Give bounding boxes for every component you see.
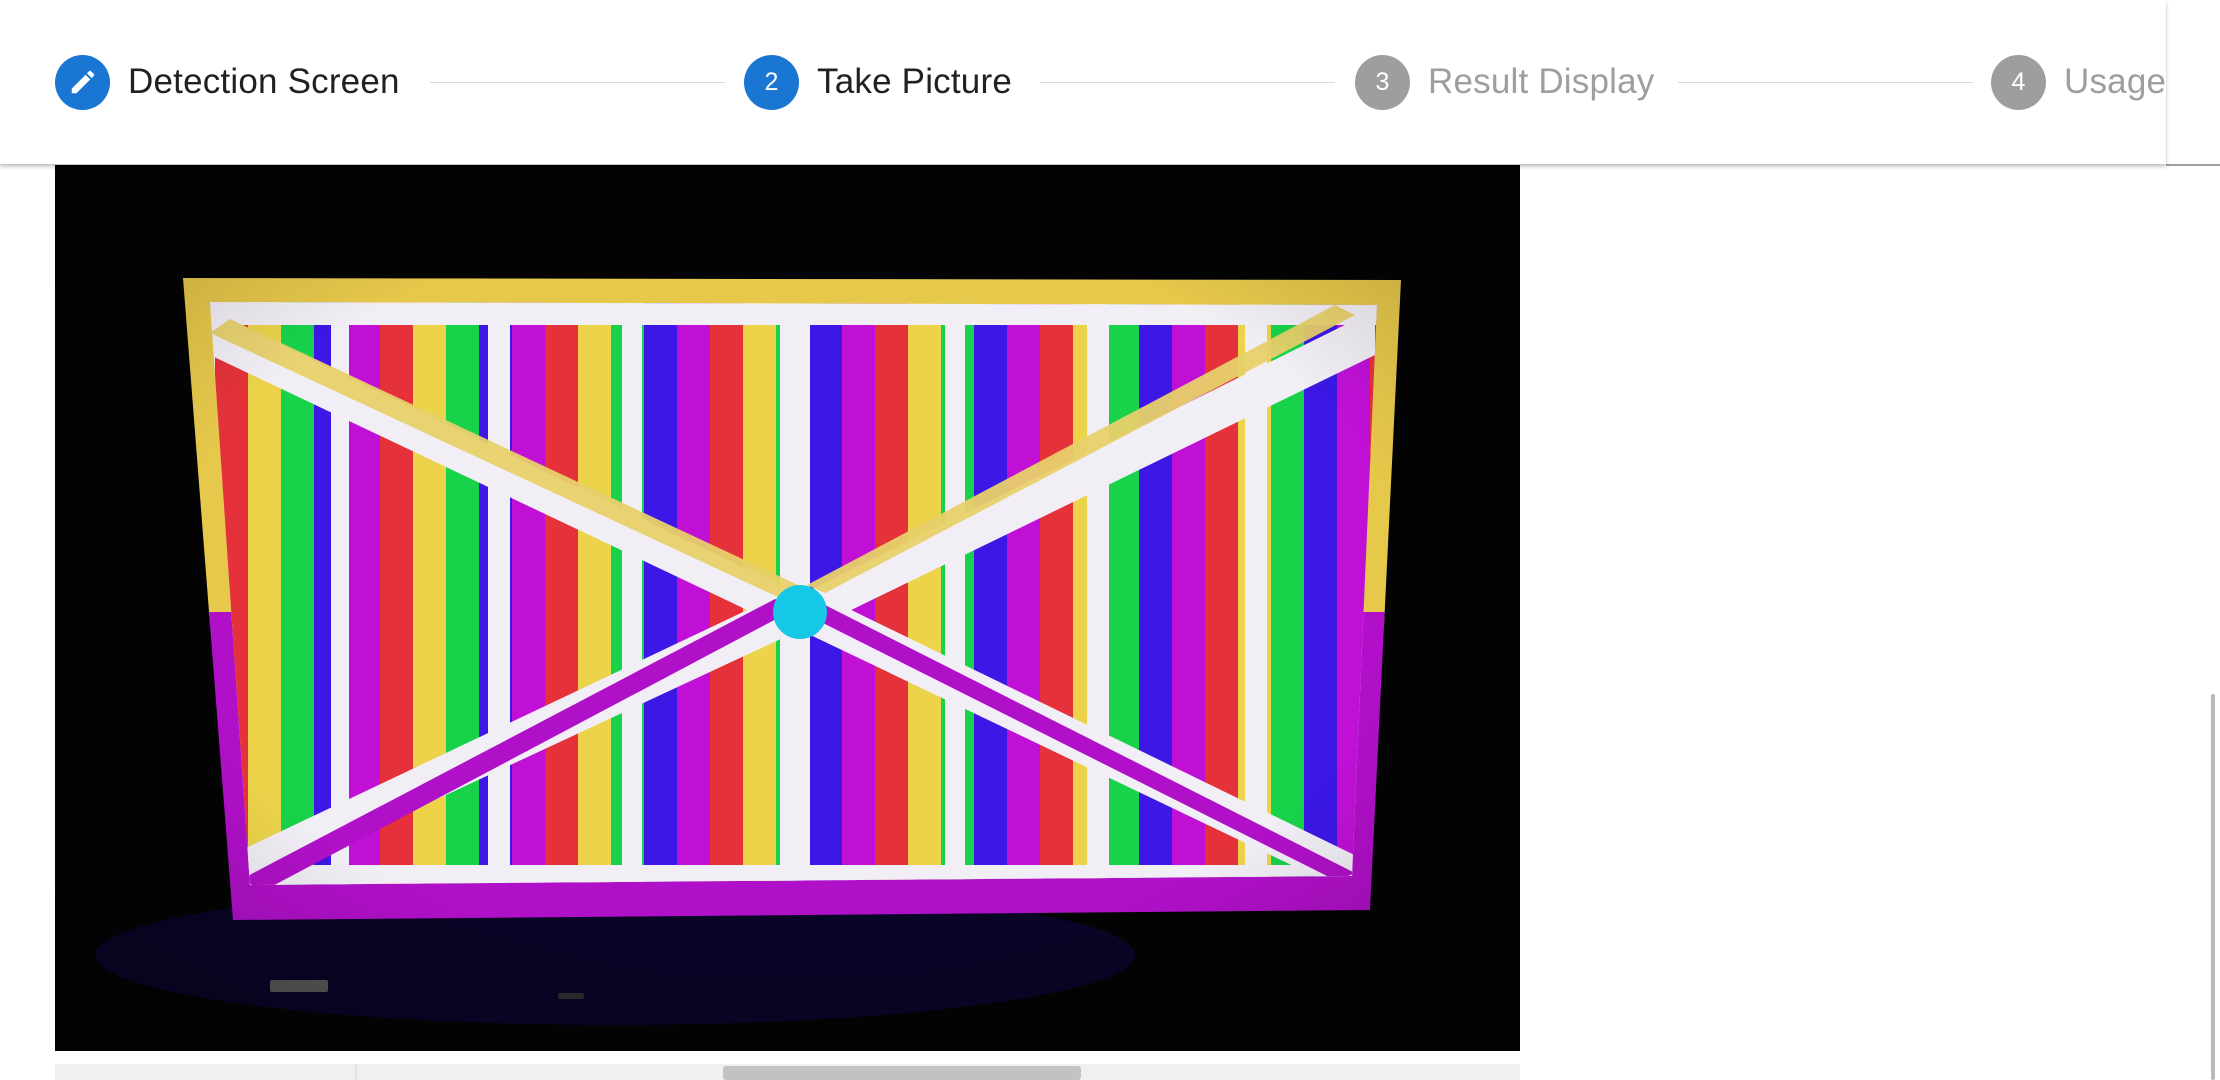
vertical-scrollbar-thumb[interactable] xyxy=(2211,694,2215,1080)
step-take-picture[interactable]: 2 Take Picture xyxy=(744,54,1012,110)
step-connector xyxy=(430,82,725,83)
step-connector xyxy=(1040,82,1335,83)
stepper-header: Detection Screen 2 Take Picture 3 Result… xyxy=(0,0,2166,164)
step-label: Usage xyxy=(2064,62,2167,101)
step-connector xyxy=(1678,82,1973,83)
step-number-badge: 2 xyxy=(744,54,799,110)
scrollbar-divider xyxy=(355,1064,357,1080)
step-label: Result Display xyxy=(1428,62,1655,101)
step-result-display[interactable]: 3 Result Display xyxy=(1355,54,1655,110)
test-pattern-photo xyxy=(55,165,1520,1051)
step-label: Detection Screen xyxy=(128,62,400,101)
step-label: Take Picture xyxy=(817,62,1012,101)
pencil-icon xyxy=(55,54,110,110)
horizontal-scrollbar-thumb[interactable] xyxy=(723,1066,1081,1080)
step-number-badge: 3 xyxy=(1355,54,1410,110)
step-detection-screen[interactable]: Detection Screen xyxy=(55,54,400,110)
step-number-badge: 4 xyxy=(1991,54,2046,110)
camera-preview[interactable] xyxy=(55,165,1520,1051)
header-edge-line xyxy=(2166,164,2220,166)
step-usage[interactable]: 4 Usage xyxy=(1991,54,2166,110)
horizontal-scrollbar[interactable] xyxy=(55,1064,1520,1080)
